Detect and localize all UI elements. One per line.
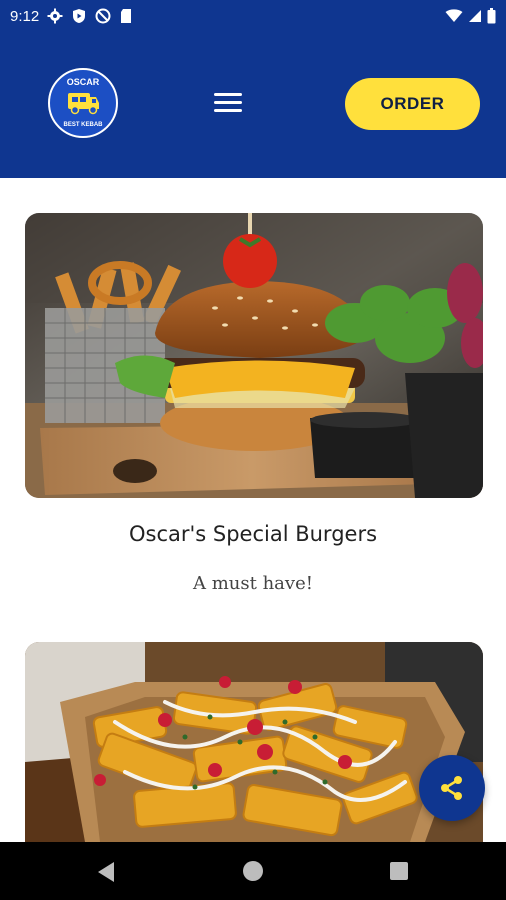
app-header: OSCAR BEST KEBAB ORDER [0, 32, 506, 178]
gear-icon [47, 8, 63, 24]
play-protect-icon [71, 8, 87, 24]
oscar-logo[interactable]: OSCAR BEST KEBAB [48, 68, 118, 138]
home-icon[interactable] [243, 861, 263, 881]
food-truck-icon [68, 93, 99, 115]
system-nav-bar [0, 842, 506, 900]
hamburger-menu-icon[interactable] [212, 91, 244, 115]
wifi-icon [445, 9, 463, 23]
logo-top-text: OSCAR [66, 77, 100, 87]
share-icon [441, 776, 462, 800]
burger-photo[interactable] [25, 213, 483, 498]
no-sim-icon [95, 8, 111, 24]
battery-icon [487, 8, 496, 24]
back-icon[interactable] [96, 861, 116, 883]
recents-icon[interactable] [390, 862, 408, 880]
status-left: 9:12 [10, 8, 133, 25]
logo-bottom-text: BEST KEBAB [63, 122, 103, 128]
status-time: 9:12 [10, 7, 40, 25]
share-button[interactable] [419, 755, 485, 821]
card-subtitle: A must have! [193, 573, 313, 594]
loaded-fries-photo[interactable] [25, 642, 483, 842]
sd-card-icon [119, 8, 133, 24]
card-title: Oscar's Special Burgers [128, 522, 378, 546]
status-bar: 9:12 [0, 0, 506, 32]
order-button[interactable]: ORDER [345, 78, 480, 130]
status-right [445, 8, 496, 24]
signal-icon [468, 9, 482, 23]
